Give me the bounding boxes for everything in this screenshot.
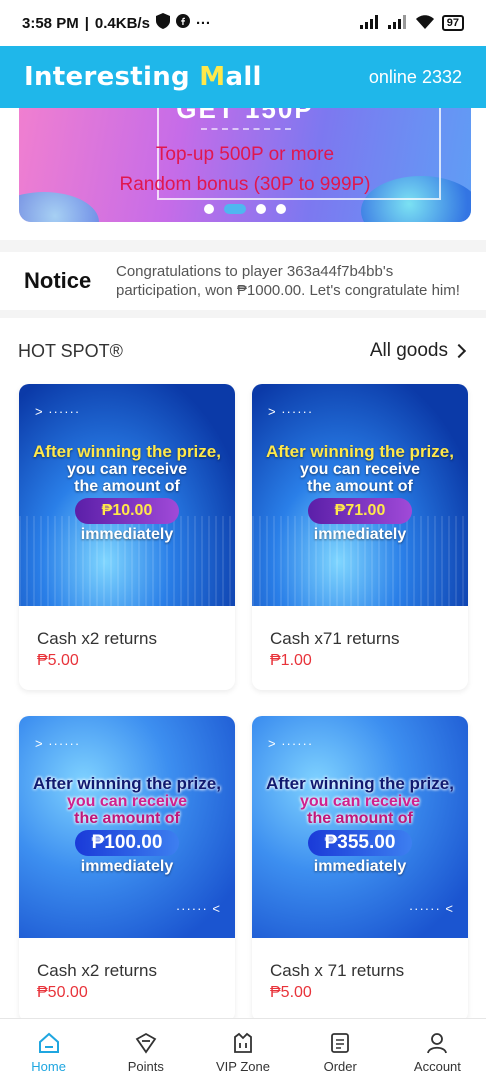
notice-text: Congratulations to player 363a44f7b4bb's…: [116, 263, 460, 299]
order-icon: [331, 1033, 350, 1053]
product-name: Cash x71 returns: [270, 629, 400, 648]
facebook-icon: [175, 14, 190, 32]
product-card[interactable]: > ······ After winning the prize, you ca…: [252, 384, 468, 690]
arrow-decoration: > ······: [268, 404, 314, 419]
status-bar: 3:58 PM | 0.4KB/s ··· 97: [0, 0, 486, 46]
product-image: > ······ After winning the prize, you ca…: [252, 716, 468, 938]
more-notifications-icon: ···: [195, 14, 211, 32]
product-price: ₱5.00: [270, 984, 312, 1001]
bottom-tab-bar: Home Points VIP Zone Order Account: [0, 1018, 486, 1080]
signal-icon-2: [387, 14, 408, 32]
tab-home[interactable]: Home: [0, 1019, 97, 1080]
product-name: Cash x2 returns: [37, 961, 157, 980]
arrow-decoration: > ······: [35, 404, 81, 419]
pagination-dot-active[interactable]: [224, 204, 246, 214]
product-card[interactable]: > ······ After winning the prize, you ca…: [19, 384, 235, 690]
app-title: Interesting Mall: [24, 62, 262, 92]
online-count: online 2332: [368, 66, 462, 87]
battery-icon: 97: [441, 15, 464, 31]
pagination-dot[interactable]: [256, 204, 266, 214]
shield-icon: [155, 13, 170, 33]
product-name: Cash x2 returns: [37, 629, 157, 648]
notice-label: Notice: [24, 268, 92, 293]
product-price: ₱1.00: [270, 652, 312, 669]
product-image: > ······ After winning the prize, you ca…: [252, 384, 468, 606]
clock: 3:58 PM: [22, 14, 79, 32]
prize-amount: ₱71.00: [308, 498, 412, 524]
product-card[interactable]: > ······ After winning the prize, you ca…: [252, 716, 468, 1022]
tab-points[interactable]: Points: [97, 1019, 194, 1080]
vip-icon: [234, 1032, 252, 1053]
wifi-icon: [415, 14, 434, 32]
section-header: HOT SPOT® All goods: [18, 340, 467, 362]
account-icon: [427, 1033, 448, 1054]
prize-amount: ₱355.00: [308, 830, 412, 856]
promo-banner[interactable]: GET 150P Top-up 500P or more Random bonu…: [19, 108, 471, 222]
tab-order[interactable]: Order: [292, 1019, 389, 1080]
prize-amount: ₱10.00: [75, 498, 179, 524]
banner-line-2: Random bonus (30P to 999P): [119, 174, 371, 195]
tab-vip-zone[interactable]: VIP Zone: [194, 1019, 291, 1080]
home-icon: [38, 1032, 59, 1053]
product-card[interactable]: > ······ After winning the prize, you ca…: [19, 716, 235, 1022]
product-name: Cash x 71 returns: [270, 961, 405, 980]
chevron-right-icon: [451, 343, 467, 359]
hot-spot-section: HOT SPOT® All goods > ······ After winni…: [0, 318, 486, 1022]
arrow-decoration: > ······: [268, 736, 314, 751]
all-goods-link[interactable]: All goods: [370, 340, 467, 362]
prize-amount: ₱100.00: [75, 830, 179, 856]
product-price: ₱50.00: [37, 984, 88, 1001]
product-image: > ······ After winning the prize, you ca…: [19, 716, 235, 938]
pagination-dot[interactable]: [276, 204, 286, 214]
signal-icon: [359, 14, 380, 32]
arrow-decoration: ······ <: [175, 901, 221, 916]
product-price: ₱5.00: [37, 652, 79, 669]
product-image: > ······ After winning the prize, you ca…: [19, 384, 235, 606]
arrow-decoration: > ······: [35, 736, 81, 751]
app-header: Interesting Mall online 2332: [0, 46, 486, 108]
points-icon: [135, 1032, 157, 1054]
arrow-decoration: ······ <: [408, 901, 454, 916]
network-speed: 0.4KB/s: [94, 14, 150, 32]
section-title: HOT SPOT®: [18, 340, 123, 361]
banner-wave: [201, 128, 291, 138]
banner-line-1: Top-up 500P or more: [155, 144, 335, 165]
banner-section: GET 150P Top-up 500P or more Random bonu…: [0, 108, 486, 240]
notice-bar: Notice Congratulations to player 363a44f…: [0, 252, 486, 310]
banner-pagination: [19, 204, 471, 214]
banner-headline: GET 150P: [176, 108, 314, 124]
tab-account[interactable]: Account: [389, 1019, 486, 1080]
pagination-dot[interactable]: [204, 204, 214, 214]
